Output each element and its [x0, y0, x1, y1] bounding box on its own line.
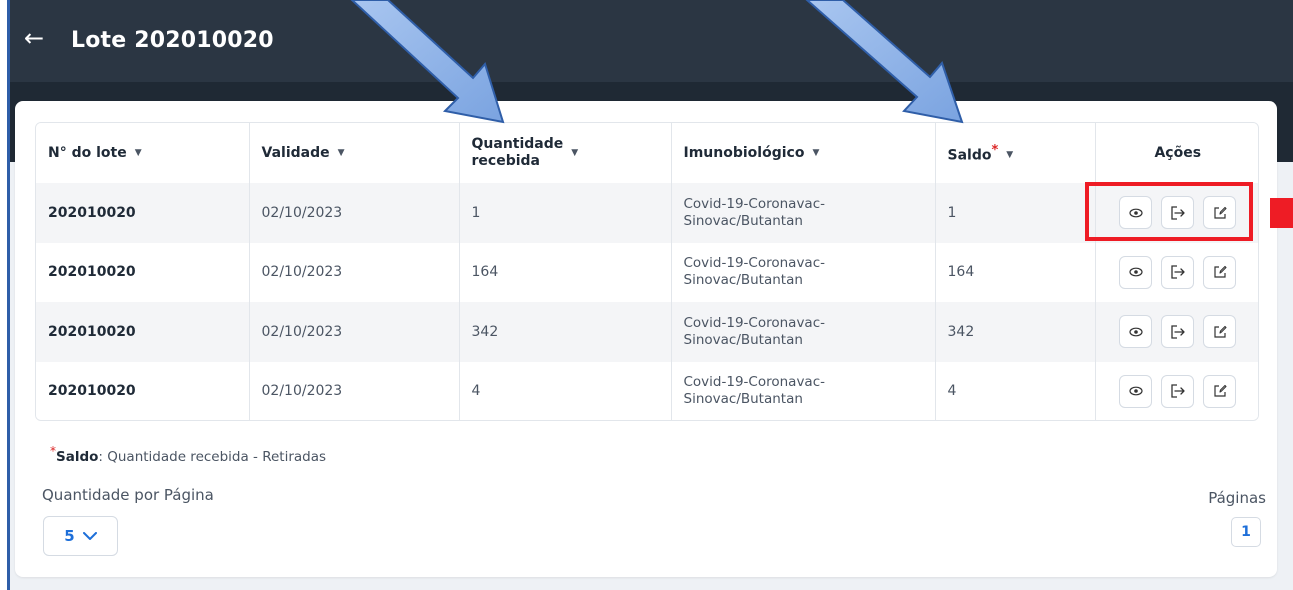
actions-cell: [1095, 361, 1258, 420]
sort-caret-icon[interactable]: ▼: [571, 148, 578, 158]
sort-caret-icon[interactable]: ▼: [338, 148, 345, 158]
required-asterisk: *: [991, 142, 999, 158]
sort-caret-icon[interactable]: ▼: [135, 148, 142, 158]
per-page-label: Quantidade por Página: [42, 486, 214, 504]
page-button-1[interactable]: 1: [1231, 517, 1261, 547]
validade-cell: 02/10/2023: [249, 361, 460, 420]
back-arrow-icon[interactable]: ←: [24, 26, 44, 50]
imunobiologico-cell: Covid-19-Coronavac-Sinovac/Butantan: [671, 361, 936, 420]
saldo-cell: 1: [935, 183, 1096, 243]
saldo-cell: 342: [935, 302, 1096, 362]
per-page-value: 5: [64, 527, 75, 545]
quantidade-cell: 4: [459, 361, 672, 420]
lote-card: N° do lote ▼ Validade ▼ Quantidade recebida…: [15, 101, 1277, 577]
quantidade-cell: 1: [459, 183, 672, 243]
annotation-red-arrow: [1270, 198, 1293, 228]
view-button[interactable]: [1119, 255, 1153, 289]
lote-cell: 202010020: [36, 302, 250, 362]
lote-cell: 202010020: [36, 361, 250, 420]
table-row: 202010020 02/10/2023 1 Covid-19-Coronavac-S…: [36, 183, 1258, 243]
exit-arrow-icon: [1170, 383, 1186, 399]
eye-icon: [1129, 386, 1143, 396]
imunobiologico-cell: Covid-19-Coronavac-Sinovac/Butantan: [671, 242, 936, 302]
table-row: 202010020 02/10/2023 164 Covid-19-Coronavac…: [36, 242, 1258, 302]
sort-caret-icon[interactable]: ▼: [1006, 150, 1013, 160]
table-header-row: N° do lote ▼ Validade ▼ Quantidade recebida…: [36, 123, 1258, 183]
chevron-down-icon: [82, 531, 97, 540]
actions-cell: [1095, 302, 1258, 362]
annotation-highlight-box: [1085, 182, 1253, 241]
saldo-footnote: *Saldo: Quantidade recebida - Retiradas: [50, 444, 327, 465]
saldo-cell: 4: [935, 361, 1096, 420]
col-header-quantidade-label: Quantidade recebida: [471, 136, 564, 169]
eye-icon: [1129, 267, 1143, 277]
edit-button[interactable]: [1203, 255, 1237, 289]
validade-cell: 02/10/2023: [249, 302, 460, 362]
view-button[interactable]: [1119, 315, 1153, 349]
col-header-validade[interactable]: Validade ▼: [249, 123, 460, 183]
withdraw-button[interactable]: [1161, 255, 1195, 289]
quantidade-cell: 342: [459, 302, 672, 362]
col-header-lote[interactable]: N° do lote ▼: [36, 123, 250, 183]
view-button[interactable]: [1119, 374, 1153, 408]
eye-icon: [1129, 327, 1143, 337]
exit-arrow-icon: [1170, 264, 1186, 280]
per-page-select[interactable]: 5: [43, 516, 118, 556]
col-header-imunobiologico[interactable]: Imunobiológico ▼: [671, 123, 936, 183]
col-header-acoes: Ações: [1095, 123, 1258, 183]
edit-button[interactable]: [1203, 374, 1237, 408]
sort-caret-icon[interactable]: ▼: [812, 148, 819, 158]
page-title: Lote 202010020: [71, 28, 274, 53]
edit-button[interactable]: [1203, 315, 1237, 349]
lote-cell: 202010020: [36, 242, 250, 302]
actions-cell: [1095, 242, 1258, 302]
lote-cell: 202010020: [36, 183, 250, 243]
validade-cell: 02/10/2023: [249, 183, 460, 243]
exit-arrow-icon: [1170, 324, 1186, 340]
withdraw-button[interactable]: [1161, 374, 1195, 408]
top-bar: ← Lote 202010020: [10, 0, 1293, 82]
withdraw-button[interactable]: [1161, 315, 1195, 349]
quantidade-cell: 164: [459, 242, 672, 302]
pages-label: Páginas: [1208, 489, 1266, 507]
table-row: 202010020 02/10/2023 4 Covid-19-Coronavac-S…: [36, 361, 1258, 420]
validade-cell: 02/10/2023: [249, 242, 460, 302]
lotes-table: N° do lote ▼ Validade ▼ Quantidade recebida…: [35, 122, 1259, 421]
imunobiologico-cell: Covid-19-Coronavac-Sinovac/Butantan: [671, 183, 936, 243]
saldo-cell: 164: [935, 242, 1096, 302]
edit-icon: [1213, 325, 1227, 339]
edit-icon: [1213, 265, 1227, 279]
col-header-saldo[interactable]: Saldo* ▼: [935, 123, 1096, 183]
edit-icon: [1213, 384, 1227, 398]
table-row: 202010020 02/10/2023 342 Covid-19-Coronavac…: [36, 302, 1258, 362]
col-header-quantidade[interactable]: Quantidade recebida ▼: [459, 123, 672, 183]
imunobiologico-cell: Covid-19-Coronavac-Sinovac/Butantan: [671, 302, 936, 362]
